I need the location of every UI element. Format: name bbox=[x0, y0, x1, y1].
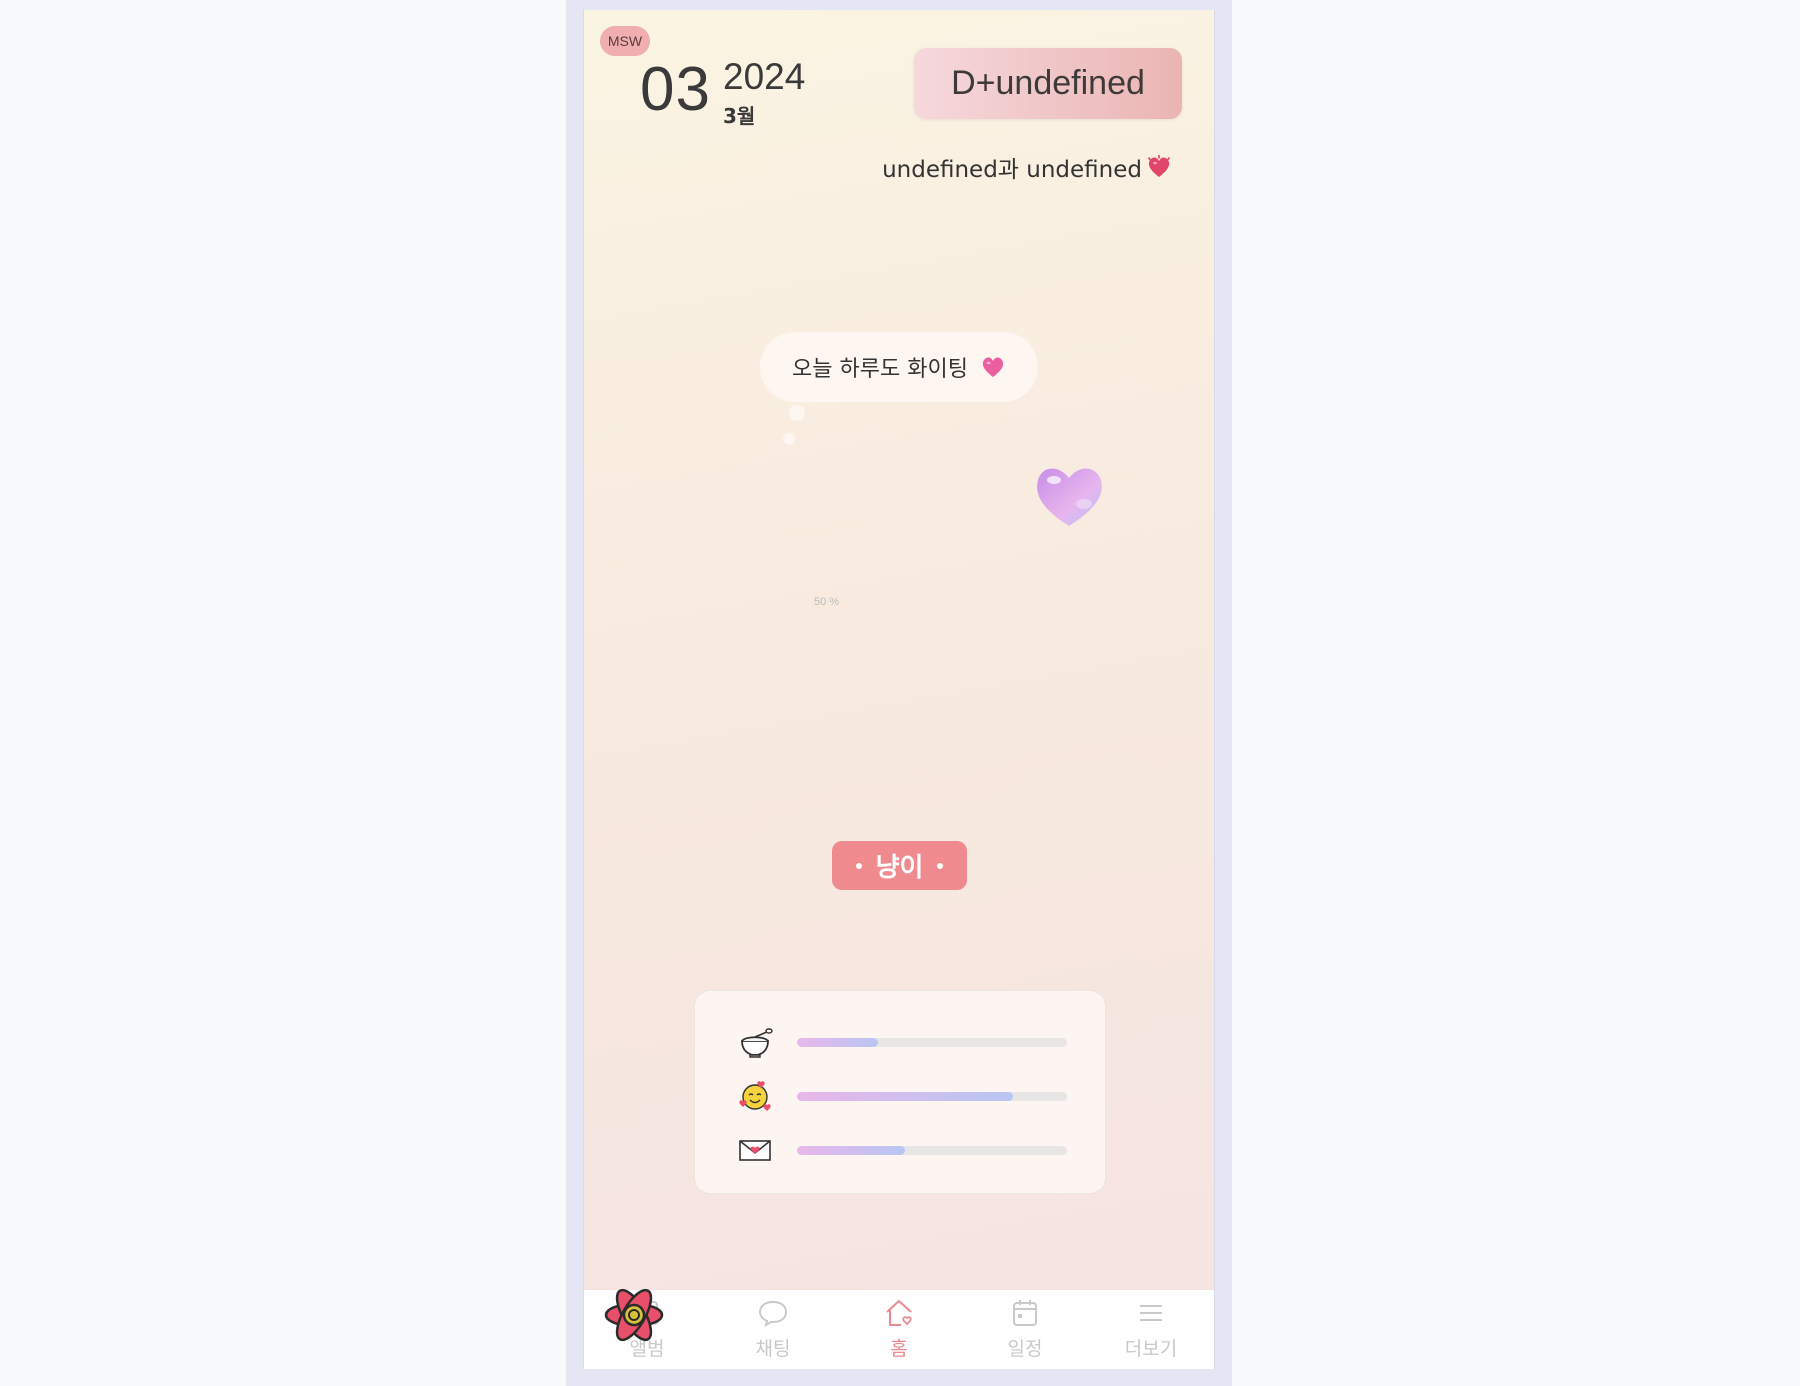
nav-label-chat: 채팅 bbox=[755, 1338, 791, 1360]
app-screen: MSW 03 2024 3월 D+undefined undefined과 un… bbox=[583, 10, 1215, 1369]
bubble-tail-dot bbox=[783, 433, 795, 445]
rice-bowl-icon bbox=[741, 1028, 773, 1058]
nav-label-schedule: 일정 bbox=[1007, 1338, 1043, 1360]
thought-bubble-text: 오늘 하루도 화이팅 bbox=[792, 357, 968, 382]
dday-button[interactable]: D+undefined bbox=[914, 48, 1182, 119]
msw-badge[interactable]: MSW bbox=[600, 26, 650, 56]
thought-bubble: 오늘 하루도 화이팅 bbox=[760, 332, 1038, 402]
pet-name: 냥이 bbox=[875, 853, 924, 883]
date-month: 3월 bbox=[723, 104, 756, 128]
date-year: 2024 bbox=[723, 56, 806, 97]
letter-gauge bbox=[797, 1145, 1067, 1155]
stat-row-food bbox=[737, 1025, 1067, 1059]
food-gauge-fill bbox=[797, 1037, 878, 1047]
menu-icon bbox=[1140, 1305, 1162, 1321]
glass-heart-icon[interactable] bbox=[1032, 462, 1107, 530]
pet-name-tag[interactable]: 냥이 bbox=[832, 841, 967, 890]
couple-names: undefined과 undefined bbox=[882, 150, 1172, 184]
nav-label-home: 홈 bbox=[890, 1338, 908, 1360]
stat-row-affection bbox=[737, 1079, 1067, 1113]
dot-icon bbox=[855, 862, 862, 869]
food-gauge bbox=[797, 1037, 1067, 1047]
bubble-tail-dot bbox=[789, 405, 805, 421]
pet-stats-card bbox=[694, 990, 1106, 1194]
home-icon bbox=[886, 1300, 912, 1326]
calendar-icon bbox=[1013, 1300, 1037, 1326]
smiling-face-hearts-icon bbox=[739, 1081, 771, 1111]
couple-names-label: undefined과 undefined bbox=[882, 157, 1142, 183]
nav-item-schedule[interactable]: 일정 bbox=[975, 1298, 1075, 1361]
nav-item-chat[interactable]: 채팅 bbox=[723, 1298, 823, 1361]
bottom-nav: 앨범 채팅 홈 일정 더보기 bbox=[584, 1290, 1214, 1369]
letter-gauge-fill bbox=[797, 1145, 905, 1155]
stat-row-letter bbox=[737, 1133, 1067, 1167]
pink-heart-icon bbox=[982, 357, 1004, 377]
affection-gauge-fill bbox=[797, 1091, 1013, 1101]
nav-label-more: 더보기 bbox=[1124, 1338, 1178, 1360]
affection-gauge bbox=[797, 1091, 1067, 1101]
chat-icon bbox=[758, 1300, 788, 1328]
love-letter-icon bbox=[739, 1140, 771, 1161]
heart-icon bbox=[1148, 155, 1170, 177]
date-day: 03 bbox=[640, 55, 711, 124]
nav-item-home[interactable]: 홈 bbox=[849, 1298, 949, 1361]
nav-item-more[interactable]: 더보기 bbox=[1101, 1298, 1201, 1361]
react-devtools-icon[interactable] bbox=[602, 1285, 666, 1345]
progress-percent: 50 % bbox=[814, 596, 840, 608]
dot-icon bbox=[937, 862, 944, 869]
